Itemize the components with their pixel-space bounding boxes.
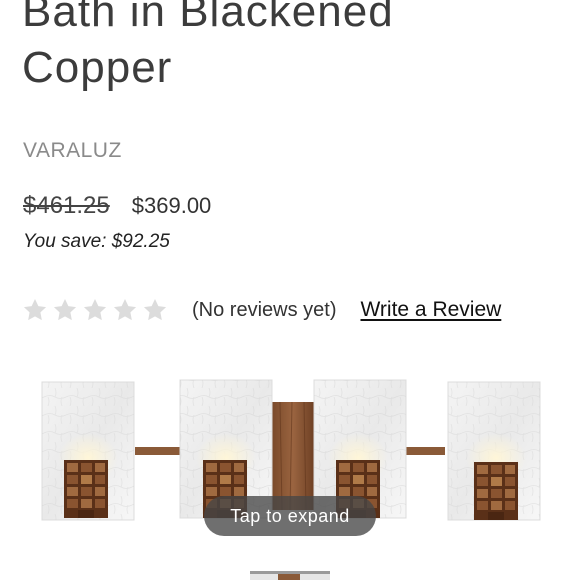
you-save-text: You save: $92.25 [23, 231, 170, 252]
no-reviews-text: (No reviews yet) [192, 298, 337, 321]
product-title-line-2: Copper [22, 43, 173, 92]
product-title-line-1: Bath in Blackened [22, 0, 394, 36]
price-row: $461.25 $369.00 [23, 192, 211, 222]
star-icon [53, 298, 77, 321]
star-icon [23, 298, 47, 321]
image-thumbnail[interactable] [250, 571, 330, 580]
write-review-link[interactable]: Write a Review [360, 298, 501, 322]
brand-link[interactable]: VARALUZ [23, 139, 122, 163]
sale-price: $369.00 [131, 193, 212, 218]
star-icon [143, 298, 167, 321]
tap-to-expand-button[interactable]: Tap to expand [204, 496, 376, 536]
star-icon [113, 298, 137, 321]
rating-row: (No reviews yet) Write a Review [22, 294, 501, 326]
star-icon [83, 298, 107, 321]
original-price: $461.25 [23, 192, 110, 219]
product-title: Bath in Blackened Copper [22, 0, 562, 96]
star-rating [22, 297, 168, 323]
